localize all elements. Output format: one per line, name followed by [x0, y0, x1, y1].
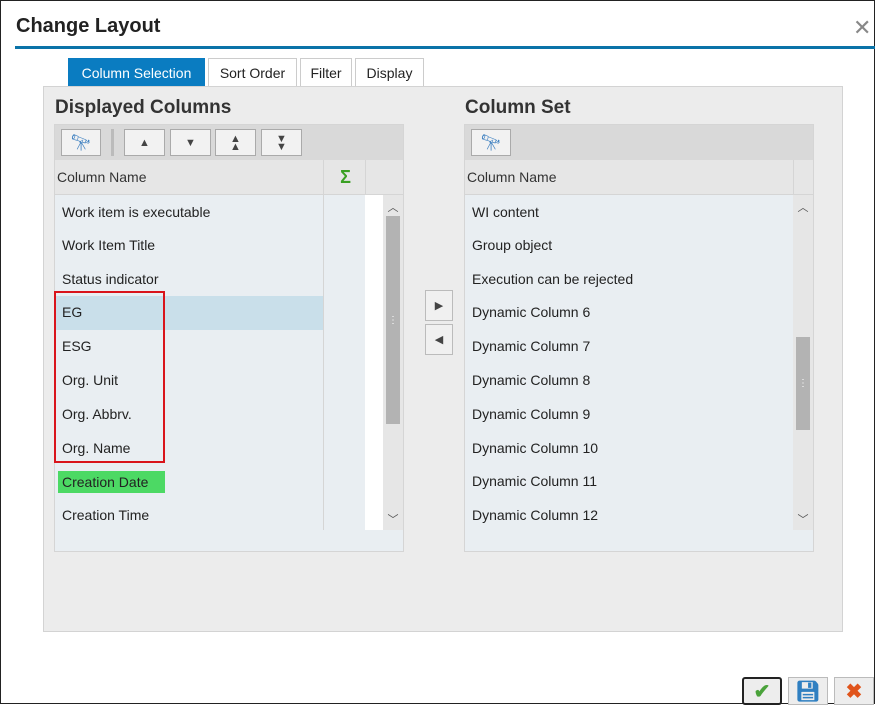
triangle-right-icon: ▶	[434, 300, 444, 312]
triangle-up-icon: ▲	[139, 136, 150, 149]
list-item[interactable]: Dynamic Column 6	[465, 295, 793, 329]
column-header-name[interactable]: Column Name	[55, 160, 323, 195]
header-spacer	[365, 160, 403, 195]
find-button[interactable]: 🔭︎	[61, 129, 101, 156]
dialog-title: Change Layout	[16, 15, 161, 37]
binoculars-icon: 🔭︎	[70, 134, 92, 152]
blank-column	[365, 195, 383, 530]
column-set-table: 🔭︎ Column Name WI content Group object E…	[464, 124, 814, 552]
chevron-down-icon[interactable]: ﹀	[792, 511, 814, 527]
chevron-down-icon[interactable]: ﹀	[382, 511, 404, 527]
list-item[interactable]: Dynamic Column 10	[465, 431, 793, 465]
list-item-highlighted[interactable]: Creation Date	[58, 471, 165, 493]
floppy-disk-icon: 💾︎	[795, 680, 821, 703]
add-column-button[interactable]: ▶	[425, 290, 453, 321]
displayed-columns-title: Displayed Columns	[55, 97, 232, 118]
move-top-button[interactable]: ▲ ▲	[215, 129, 256, 156]
scrollbar[interactable]: ︿ ⋮ ﹀	[793, 195, 813, 530]
list-item[interactable]: Dynamic Column 12	[465, 498, 793, 532]
find-button[interactable]: 🔭︎	[471, 129, 511, 156]
move-bottom-icon: ▼ ▼	[276, 132, 287, 153]
chevron-up-icon[interactable]: ︿	[382, 199, 404, 215]
checkmark-icon: ✔	[753, 680, 771, 703]
triangle-left-icon: ◀	[434, 334, 444, 346]
cancel-button[interactable]: ✖	[834, 677, 874, 705]
tab-display[interactable]: Display	[355, 58, 424, 86]
tab-sort-order[interactable]: Sort Order	[208, 58, 297, 86]
remove-column-button[interactable]: ◀	[425, 324, 453, 355]
scrollbar[interactable]: ︿ ⋮ ﹀	[383, 195, 403, 530]
sigma-icon[interactable]: Σ	[323, 160, 365, 195]
move-top-icon: ▲ ▲	[230, 132, 241, 153]
triangle-down-icon: ▼	[185, 136, 196, 149]
title-separator	[15, 46, 875, 49]
list-item[interactable]: Dynamic Column 8	[465, 363, 793, 397]
list-item[interactable]: Dynamic Column 11	[465, 464, 793, 498]
move-up-button[interactable]: ▲	[124, 129, 165, 156]
move-down-button[interactable]: ▼	[170, 129, 211, 156]
save-button[interactable]: 💾︎	[788, 677, 828, 705]
list-item[interactable]: Execution can be rejected	[465, 262, 793, 296]
list-item[interactable]: Group object	[465, 228, 793, 262]
tab-column-selection[interactable]: Column Selection	[68, 58, 205, 86]
scrollbar-thumb[interactable]: ⋮	[386, 216, 400, 424]
header-spacer	[793, 160, 813, 195]
move-bottom-button[interactable]: ▼ ▼	[261, 129, 302, 156]
tab-filter[interactable]: Filter	[300, 58, 352, 86]
list-item[interactable]: Dynamic Column 7	[465, 329, 793, 363]
binoculars-icon: 🔭︎	[480, 134, 502, 152]
list-item[interactable]: Work item is executable	[55, 195, 323, 229]
list-item[interactable]: Creation Time	[55, 498, 323, 532]
toolbar	[465, 125, 813, 160]
chevron-up-icon[interactable]: ︿	[792, 199, 814, 215]
toolbar-divider	[111, 129, 114, 156]
sum-column	[323, 195, 365, 530]
scrollbar-thumb[interactable]: ⋮	[796, 337, 810, 430]
confirm-button[interactable]: ✔	[742, 677, 782, 705]
column-set-title: Column Set	[465, 97, 571, 118]
column-header-name[interactable]: Column Name	[465, 160, 793, 195]
list-item[interactable]: Dynamic Column 9	[465, 397, 793, 431]
close-icon[interactable]: ✕	[853, 15, 871, 41]
close-x-icon: ✖	[845, 680, 863, 703]
red-outline-annotation	[54, 291, 165, 463]
list-item[interactable]: WI content	[465, 195, 793, 229]
list-item[interactable]: Work Item Title	[55, 228, 323, 262]
